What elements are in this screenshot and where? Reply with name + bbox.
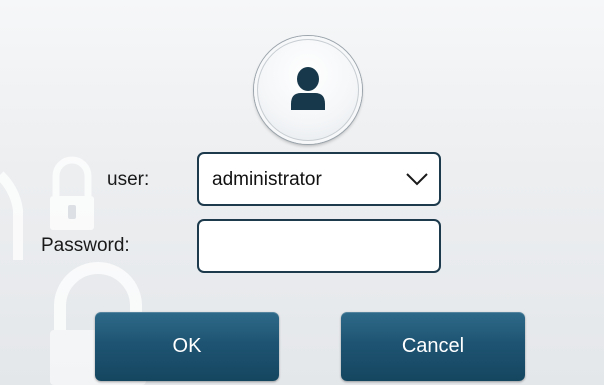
password-input[interactable]	[197, 219, 441, 273]
user-label: user:	[107, 169, 150, 190]
chevron-down-icon[interactable]	[405, 171, 429, 187]
avatar	[254, 36, 362, 144]
user-icon	[291, 67, 325, 110]
cancel-button[interactable]: Cancel	[341, 312, 525, 381]
user-select-value: administrator	[212, 169, 322, 190]
ok-button[interactable]: OK	[95, 312, 279, 381]
password-label: Password:	[41, 235, 130, 256]
user-select[interactable]: administrator	[197, 152, 441, 206]
